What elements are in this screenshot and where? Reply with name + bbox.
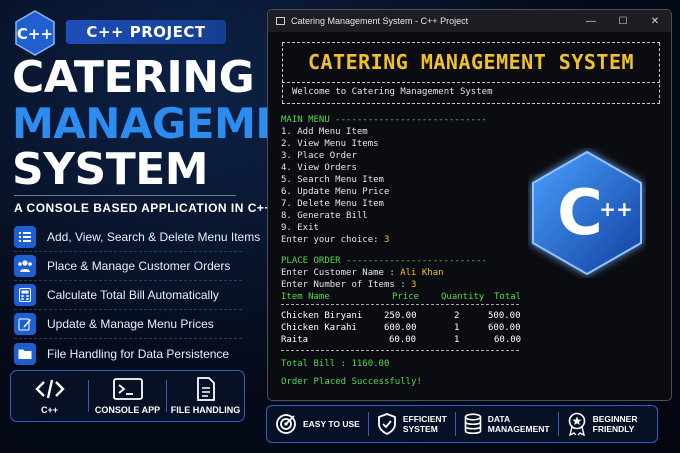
main-menu-header: MAIN MENU ---------------------------- bbox=[281, 115, 487, 125]
big-logo-plus: ++ bbox=[599, 197, 633, 221]
feature-label: Place & Manage Customer Orders bbox=[47, 259, 231, 273]
tech-label: FILE HANDLING bbox=[170, 405, 241, 415]
menu-item: 9. Exit bbox=[281, 223, 319, 233]
tech-item: FILE HANDLING bbox=[167, 371, 244, 421]
total-bill: Total Bill : 1160.00 bbox=[281, 359, 390, 369]
table-header-quantity: Quantity bbox=[441, 292, 485, 302]
benefit-label: DATA MANAGEMENT bbox=[487, 414, 550, 434]
cell-price: 250.00 bbox=[384, 311, 417, 321]
cell-quantity: 2 bbox=[454, 311, 460, 321]
table-header-total: Total bbox=[494, 292, 522, 302]
feature-label: File Handling for Data Persistence bbox=[47, 346, 230, 361]
menu-item: 3. Place Order bbox=[281, 151, 357, 161]
cell-item: Chicken Biryani bbox=[281, 311, 363, 321]
welcome-text: Welcome to Catering Management System bbox=[292, 87, 493, 97]
table-rule bbox=[281, 350, 519, 351]
divider bbox=[14, 195, 236, 196]
items-line: Enter Number of Items : 3 bbox=[281, 280, 416, 290]
window-title: Catering Management System - C++ Project bbox=[291, 16, 469, 26]
menu-item: 6. Update Menu Price bbox=[281, 187, 390, 197]
choice-line: Enter your choice: 3 bbox=[281, 235, 389, 245]
feature-item: Place & Manage Customer Orders bbox=[14, 252, 242, 281]
benefit-label: EASY TO USE bbox=[303, 419, 360, 429]
feature-item: Calculate Total Bill Automatically bbox=[14, 281, 242, 310]
maximize-button[interactable]: ☐ bbox=[607, 10, 639, 32]
feature-label: Calculate Total Bill Automatically bbox=[47, 288, 219, 302]
cell-item: Raita bbox=[281, 335, 309, 345]
minimize-button[interactable]: — bbox=[575, 10, 607, 32]
tech-item: CONSOLE APP bbox=[89, 371, 166, 421]
cell-quantity: 1 bbox=[454, 335, 460, 345]
feature-item: Add, View, Search & Delete Menu Items bbox=[14, 223, 260, 252]
benefit-item: EFFICIENT SYSTEM bbox=[369, 406, 455, 442]
shield-check-icon bbox=[377, 413, 396, 435]
benefit-label: BEGINNER FRIENDLY bbox=[592, 414, 638, 434]
terminal-icon bbox=[112, 377, 143, 401]
menu-item: 1. Add Menu Item bbox=[281, 127, 368, 137]
banner-title: CATERING MANAGEMENT SYSTEM bbox=[307, 50, 635, 74]
feature-item: Update & Manage Menu Prices bbox=[14, 310, 242, 339]
users-icon bbox=[14, 255, 36, 277]
cell-price: 60.00 bbox=[389, 335, 417, 345]
big-logo-letter: C bbox=[557, 176, 603, 249]
tech-stack-box: C++ CONSOLE APP FILE HANDLING bbox=[10, 370, 245, 422]
banner-box: CATERING MANAGEMENT SYSTEM Welcome to Ca… bbox=[282, 42, 660, 104]
benefit-label: EFFICIENT SYSTEM bbox=[402, 414, 447, 434]
menu-item: 7. Delete Menu Item bbox=[281, 199, 384, 209]
choice-prompt: Enter your choice: bbox=[281, 235, 379, 245]
table-rule bbox=[281, 304, 519, 305]
items-prompt: Enter Number of Items : bbox=[281, 280, 406, 290]
code-icon bbox=[34, 377, 65, 401]
award-icon bbox=[568, 412, 585, 436]
menu-item: 5. Search Menu Item bbox=[281, 175, 384, 185]
list-icon bbox=[14, 226, 36, 248]
cpp-hexagon-logo-icon: C ++ bbox=[532, 150, 642, 276]
table-header-item: Item Name bbox=[281, 292, 330, 302]
title-line-3: SYSTEM bbox=[12, 144, 209, 195]
cell-quantity: 1 bbox=[454, 323, 460, 333]
benefit-item: BEGINNER FRIENDLY bbox=[559, 406, 646, 442]
tech-label: C++ bbox=[40, 405, 58, 415]
menu-item: 2. View Menu Items bbox=[281, 139, 379, 149]
place-order-header: PLACE ORDER -------------------------- bbox=[281, 256, 487, 266]
feature-item: File Handling for Data Persistence bbox=[14, 339, 242, 368]
feature-label: Update & Manage Menu Prices bbox=[47, 317, 214, 331]
cpp-logo-icon: C++ bbox=[15, 10, 55, 56]
cell-price: 600.00 bbox=[384, 323, 417, 333]
window-titlebar[interactable]: Catering Management System - C++ Project… bbox=[268, 10, 671, 32]
project-badge: C++ PROJECT bbox=[66, 20, 226, 44]
cell-item: Chicken Karahi bbox=[281, 323, 357, 333]
target-icon bbox=[276, 414, 296, 434]
folder-icon bbox=[14, 342, 36, 365]
feature-label: Add, View, Search & Delete Menu Items bbox=[47, 230, 261, 244]
banner-divider bbox=[282, 82, 660, 83]
benefits-bar: EASY TO USE EFFICIENT SYSTEM DATA MANAGEME… bbox=[266, 405, 658, 443]
menu-item: 8. Generate Bill bbox=[281, 211, 368, 221]
customer-prompt: Enter Customer Name : bbox=[281, 268, 395, 278]
database-icon bbox=[464, 413, 482, 435]
cell-total: 60.00 bbox=[494, 335, 522, 345]
logo-text: C++ bbox=[17, 25, 53, 43]
menu-item: 4. View Orders bbox=[281, 163, 357, 173]
cell-total: 600.00 bbox=[488, 323, 521, 333]
choice-value: 3 bbox=[383, 235, 390, 245]
table-header-price: Price bbox=[392, 292, 420, 302]
close-button[interactable]: ✕ bbox=[639, 10, 671, 32]
calculator-icon bbox=[14, 284, 36, 306]
subtitle: A CONSOLE BASED APPLICATION IN C++ bbox=[14, 201, 272, 215]
benefit-item: DATA MANAGEMENT bbox=[456, 406, 558, 442]
terminal-app-icon bbox=[276, 17, 285, 25]
file-icon bbox=[196, 377, 216, 401]
feature-list: Add, View, Search & Delete Menu Items Pl… bbox=[14, 223, 260, 368]
items-value: 3 bbox=[411, 280, 417, 290]
success-message: Order Placed Successfully! bbox=[281, 377, 422, 387]
edit-icon bbox=[14, 313, 36, 335]
customer-line: Enter Customer Name : Ali Khan bbox=[281, 268, 444, 278]
tech-item: C++ bbox=[11, 371, 88, 421]
cell-total: 500.00 bbox=[488, 311, 521, 321]
benefit-item: EASY TO USE bbox=[267, 406, 368, 442]
customer-value: Ali Khan bbox=[400, 268, 444, 278]
title-line-1: CATERING bbox=[12, 52, 255, 103]
tech-label: CONSOLE APP bbox=[94, 405, 161, 415]
